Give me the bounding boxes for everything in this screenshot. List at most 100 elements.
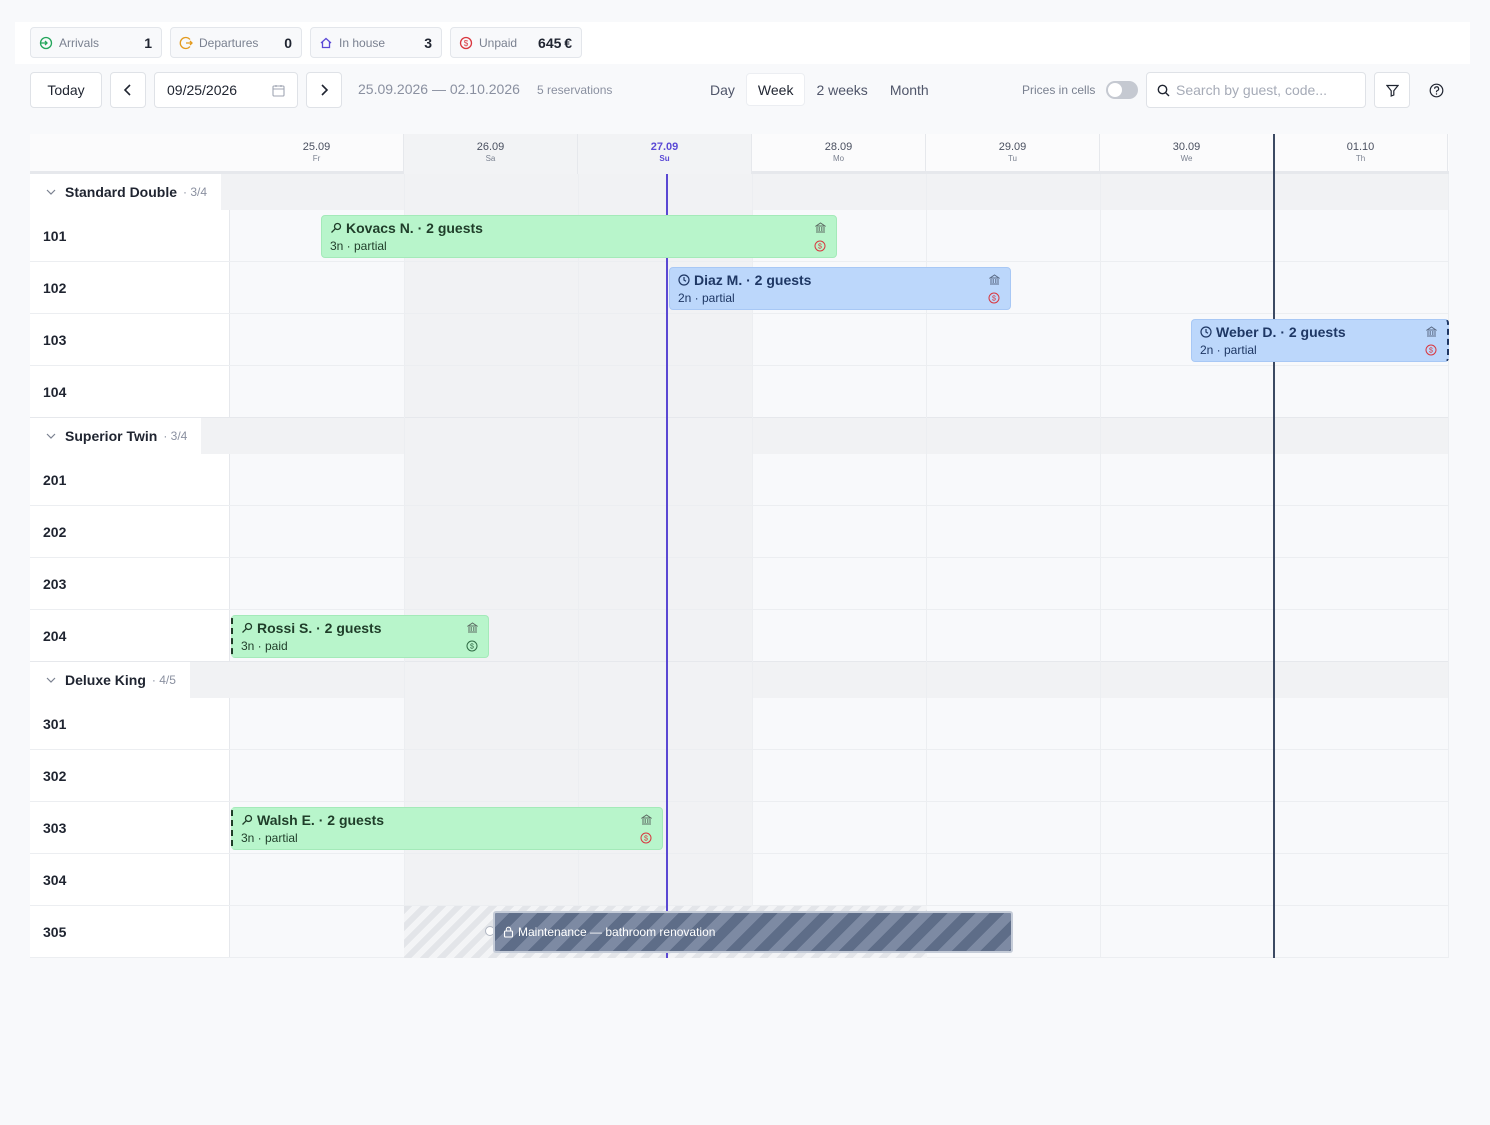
filter-button[interactable] [1374, 72, 1410, 108]
group-count: · 4/5 [151, 673, 176, 687]
svg-text:$: $ [470, 644, 474, 651]
house-icon [320, 37, 332, 48]
prices-label: Prices in cells [1022, 83, 1096, 97]
group-row: Superior Twin · 3/4 [30, 418, 1449, 454]
chevron-down-icon [46, 677, 56, 683]
day-header: 29.09 Tu [926, 134, 1100, 174]
dollar-icon: $ [459, 36, 473, 49]
room-number: 101 [30, 210, 230, 261]
svg-text:$: $ [992, 296, 996, 303]
group-count: · 3/4 [163, 429, 188, 443]
next-button[interactable] [306, 72, 342, 108]
view-2-weeks[interactable]: 2 weeks [805, 73, 878, 106]
key-icon [331, 222, 342, 233]
stat-value: 3 [424, 34, 432, 51]
view-month[interactable]: Month [879, 73, 940, 106]
reservation-bar[interactable]: Kovacs N. · 2 guests 3n · partial $ [321, 215, 837, 258]
view-day[interactable]: Day [699, 73, 746, 106]
reservation-title: Walsh E. · 2 guests [257, 812, 385, 828]
room-number: 301 [30, 698, 230, 749]
reservation-subtitle: 3n · partial [241, 831, 298, 845]
stat-label: In house [339, 35, 386, 50]
stat-arrivals[interactable]: Arrivals 1 [30, 27, 162, 58]
room-number: 303 [30, 802, 230, 853]
bank-icon [989, 274, 1000, 285]
room-number: 304 [30, 854, 230, 905]
room-row: 104 [30, 366, 1449, 418]
search-box[interactable] [1146, 72, 1366, 108]
room-number: 202 [30, 506, 230, 557]
stat-unpaid[interactable]: $ Unpaid 645 € [450, 27, 582, 58]
key-icon [242, 814, 253, 825]
today-button[interactable]: Today [30, 72, 102, 108]
bank-icon [467, 622, 478, 633]
help-button[interactable] [1418, 72, 1454, 108]
filter-icon [1385, 84, 1399, 97]
date-header: 25.09 Fr 26.09 Sa 27.09 Su 28.09 Mo 29.09 Tu … [30, 134, 1449, 174]
day-divider [1448, 174, 1449, 958]
stat-in-house[interactable]: In house 3 [310, 27, 442, 58]
room-row: 304 [30, 854, 1449, 906]
reservation-bar[interactable]: Walsh E. · 2 guests 3n · partial $ [231, 807, 663, 850]
day-header-today: 27.09 Su [578, 134, 752, 174]
clock-icon [1200, 326, 1212, 338]
stat-label: Departures [199, 35, 259, 50]
maintenance-label: Maintenance — bathroom renovation [518, 925, 716, 939]
search-input[interactable] [1176, 82, 1356, 98]
day-header: 01.10 Th [1274, 134, 1448, 174]
group-name: Superior Twin [65, 428, 158, 444]
day-header: 28.09 Mo [752, 134, 926, 174]
reservation-bar[interactable]: Weber D. · 2 guests 2n · partial $ [1191, 319, 1449, 362]
reservation-bar[interactable]: Rossi S. · 2 guests 3n · paid $ [231, 615, 489, 658]
svg-text:$: $ [644, 836, 648, 843]
group-header[interactable]: Standard Double · 3/4 [30, 174, 222, 210]
group-header[interactable]: Superior Twin · 3/4 [30, 418, 202, 454]
arrival-icon [39, 36, 53, 49]
reservation-bar[interactable]: Diaz M. · 2 guests 2n · partial $ [669, 267, 1011, 310]
room-row: 202 [30, 506, 1449, 558]
stat-departures[interactable]: Departures 0 [170, 27, 302, 58]
room-number: 103 [30, 314, 230, 365]
dollar-icon: $ [1425, 344, 1437, 356]
view-switcher: Day Week 2 weeks Month [699, 73, 940, 106]
stats-bar: Arrivals 1 Departures 0 In house 3 $ Unp… [15, 22, 1470, 64]
day-header: 25.09 Fr [230, 134, 404, 174]
stat-label: Arrivals [59, 35, 100, 50]
room-row: 301 [30, 698, 1449, 750]
date-picker[interactable]: 09/25/2026 [154, 72, 298, 108]
room-number: 204 [30, 610, 230, 661]
maintenance-block[interactable]: Maintenance — bathroom renovation [493, 911, 1013, 953]
reservation-subtitle: 3n · partial [330, 239, 387, 253]
bank-icon [815, 222, 826, 233]
group-row: Deluxe King · 4/5 [30, 662, 1449, 698]
room-number: 102 [30, 262, 230, 313]
today-indicator [666, 174, 668, 958]
help-icon [1429, 83, 1443, 97]
view-week[interactable]: Week [745, 73, 806, 106]
group-count: · 3/4 [183, 185, 208, 199]
day-header: 30.09 We [1100, 134, 1274, 174]
room-row: 201 [30, 454, 1449, 506]
reservation-title: Weber D. · 2 guests [1216, 324, 1346, 340]
bank-icon [1426, 326, 1437, 337]
period-marker [1273, 134, 1275, 958]
room-number: 201 [30, 454, 230, 505]
prices-toggle[interactable] [1106, 81, 1138, 99]
group-row: Standard Double · 3/4 [30, 174, 1449, 210]
chevron-down-icon [46, 189, 56, 195]
reservation-subtitle: 2n · partial [678, 291, 735, 305]
prev-button[interactable] [110, 72, 146, 108]
calendar-icon [272, 84, 285, 97]
room-number: 305 [30, 906, 230, 957]
departure-icon [179, 36, 193, 49]
dollar-icon: $ [988, 292, 1000, 304]
stat-value: 645 € [538, 34, 572, 51]
chevron-left-icon [123, 84, 131, 96]
svg-text:$: $ [464, 39, 469, 48]
stat-value: 1 [144, 34, 152, 51]
reservation-title: Diaz M. · 2 guests [694, 272, 812, 288]
dollar-icon: $ [466, 640, 478, 652]
bank-icon [641, 814, 652, 825]
group-header[interactable]: Deluxe King · 4/5 [30, 662, 190, 698]
reservation-count: 5 reservations [537, 83, 613, 97]
